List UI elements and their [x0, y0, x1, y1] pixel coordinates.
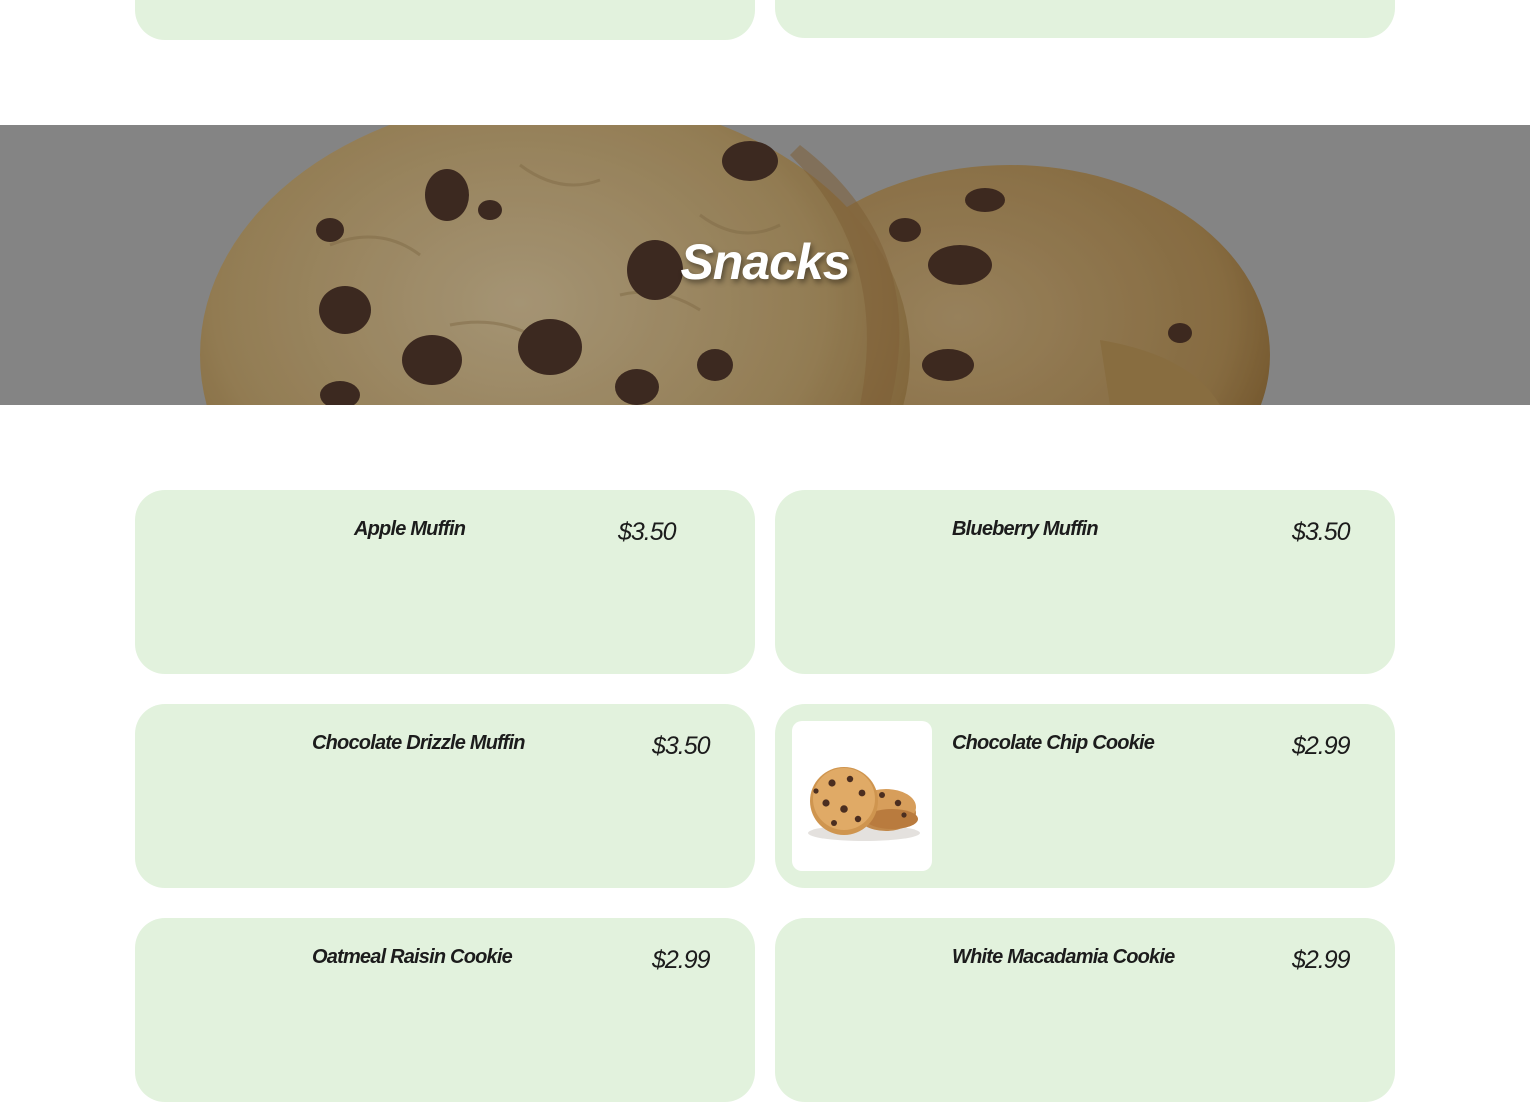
item-price: $2.99	[1292, 732, 1351, 760]
item-name: White Macadamia Cookie	[952, 946, 1175, 968]
item-price: $3.50	[1292, 518, 1351, 546]
item-name: Blueberry Muffin	[952, 518, 1099, 540]
item-name: Chocolate Drizzle Muffin	[312, 732, 525, 754]
item-price: $3.50	[618, 518, 677, 546]
previous-section-card-right	[775, 0, 1395, 38]
item-name: Oatmeal Raisin Cookie	[312, 946, 513, 968]
snacks-hero-banner: Snacks	[0, 125, 1530, 405]
item-name: Apple Muffin	[354, 518, 466, 540]
item-price: $2.99	[1292, 946, 1351, 974]
cookie-photo-icon	[808, 767, 920, 841]
previous-section-card-left	[135, 0, 755, 40]
menu-item-card[interactable]: Chocolate Drizzle Muffin $3.50	[135, 704, 755, 888]
menu-item-card[interactable]: Oatmeal Raisin Cookie $2.99	[135, 918, 755, 1102]
item-price: $3.50	[652, 732, 711, 760]
item-thumbnail	[792, 721, 932, 871]
menu-item-card[interactable]: White Macadamia Cookie $2.99	[775, 918, 1395, 1102]
item-price: $2.99	[652, 946, 711, 974]
menu-item-card[interactable]: Chocolate Chip Cookie $2.99	[775, 704, 1395, 888]
item-name: Chocolate Chip Cookie	[952, 732, 1155, 754]
menu-item-card[interactable]: Apple Muffin $3.50	[135, 490, 755, 674]
section-title: Snacks	[680, 234, 850, 290]
menu-item-card[interactable]: Blueberry Muffin $3.50	[775, 490, 1395, 674]
